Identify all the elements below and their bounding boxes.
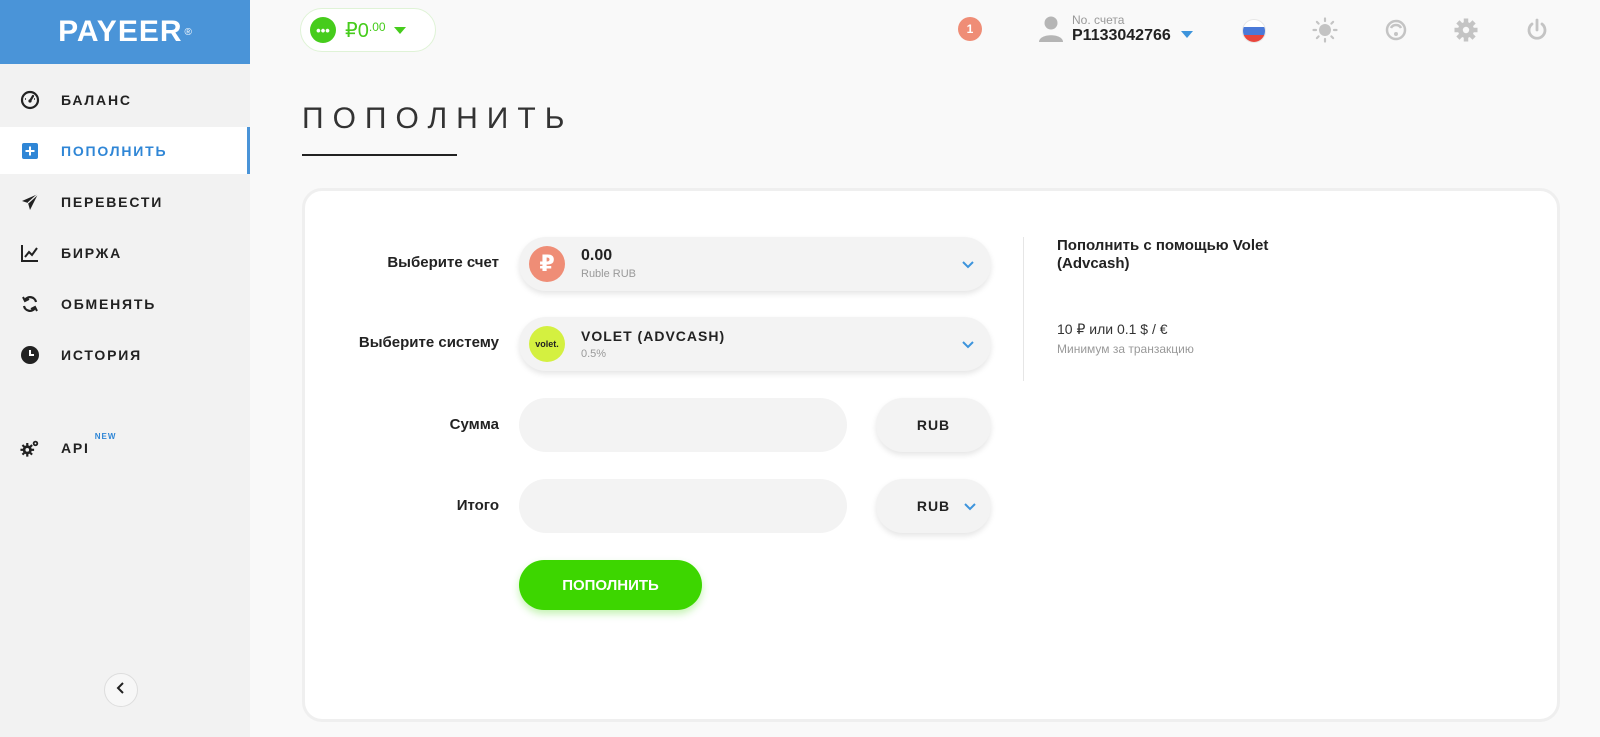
total-currency-code: RUB: [916, 498, 951, 514]
paper-plane-icon: [20, 192, 40, 212]
min-amount-value: 10 ₽ или 0.1 $ / €: [1057, 321, 1168, 337]
min-amount-label: Минимум за транзакцию: [1057, 342, 1194, 356]
trademark-mark: ®: [184, 26, 192, 38]
sun-icon[interactable]: [1312, 17, 1338, 43]
account-currency-name: Ruble RUB: [581, 268, 637, 280]
account-select-text: 0.00 Ruble RUB: [581, 246, 636, 282]
notifications-badge[interactable]: 1: [958, 17, 982, 41]
sidebar-item-label: ОБМЕНЯТЬ: [61, 295, 157, 312]
volet-logo-text: volet.: [535, 339, 559, 349]
collapse-sidebar-button[interactable]: [104, 673, 138, 707]
volet-logo-icon: volet.: [529, 326, 565, 362]
main-nav: БАЛАНС ПОПОЛНИТЬ ПЕРЕВЕСТИ БИРЖА ОБМЕНЯТ…: [0, 76, 250, 471]
ruble-symbol: ₽: [539, 251, 555, 276]
more-dots-icon: •••: [310, 17, 336, 43]
sidebar-item-label: БАЛАНС: [61, 91, 132, 108]
account-number: P1133042766: [1072, 27, 1171, 44]
chevron-down-icon: [963, 499, 977, 513]
gears-icon: [20, 438, 40, 458]
balance-amount: ₽0.00: [345, 18, 386, 43]
balance-decimals: .00: [368, 19, 386, 34]
sidebar-item-history[interactable]: ИСТОРИЯ: [0, 331, 250, 378]
info-title: Пополнить с помощью Volet (Advcash): [1057, 237, 1269, 272]
sidebar-item-transfer[interactable]: ПЕРЕВЕСТИ: [0, 178, 250, 225]
power-icon[interactable]: [1524, 17, 1550, 43]
system-fee: 0.5%: [581, 348, 607, 360]
sidebar-item-label: API: [61, 439, 90, 456]
account-label: No. счета: [1072, 13, 1125, 27]
amount-currency: RUB: [876, 398, 991, 452]
balance-currency-symbol: ₽: [345, 19, 358, 42]
support-icon[interactable]: [1383, 17, 1409, 43]
account-text: No. счета P1133042766: [1072, 13, 1171, 45]
speedometer-icon: [20, 90, 40, 110]
notification-count: 1: [966, 22, 974, 36]
system-select-label: Выберите систему: [358, 334, 499, 351]
balance-integer: 0: [357, 19, 369, 42]
amount-currency-code: RUB: [916, 417, 951, 433]
deposit-submit-button[interactable]: ПОПОЛНИТЬ: [519, 560, 702, 610]
info-divider: [1023, 237, 1024, 381]
chevron-down-icon: [961, 337, 975, 351]
sidebar-item-balance[interactable]: БАЛАНС: [0, 76, 250, 123]
sidebar-item-label: ИСТОРИЯ: [61, 346, 142, 363]
chevron-down-icon: [961, 257, 975, 271]
amount-input[interactable]: [519, 398, 847, 452]
ruble-coin-icon: ₽: [529, 246, 565, 282]
chart-icon: [20, 243, 40, 263]
sidebar-item-swap[interactable]: ОБМЕНЯТЬ: [0, 280, 250, 327]
sidebar-item-api[interactable]: API NEW: [0, 424, 250, 471]
sidebar-item-label: ПЕРЕВЕСТИ: [61, 193, 164, 210]
plus-square-icon: [20, 141, 40, 161]
account-select-label: Выберите счет: [387, 254, 499, 271]
payeer-logo[interactable]: PAYEER ®: [0, 0, 250, 64]
caret-down-icon: [393, 26, 406, 34]
exchange-icon: [20, 294, 40, 314]
account-balance-value: 0.00: [581, 247, 613, 264]
system-select-text: VOLET (ADVCASH) 0.5%: [581, 326, 725, 362]
system-name: VOLET (ADVCASH): [581, 328, 726, 344]
top-header: ••• ₽0.00 1 No. счета P1133042766: [250, 0, 1600, 64]
sidebar: PAYEER ® БАЛАНС ПОПОЛНИТЬ ПЕРЕВЕСТИ БИРЖА: [0, 0, 250, 737]
payment-system-select[interactable]: volet. VOLET (ADVCASH) 0.5%: [519, 317, 991, 371]
balance-dropdown[interactable]: ••• ₽0.00: [300, 8, 436, 52]
gear-icon[interactable]: [1453, 17, 1479, 43]
deposit-form-card: Выберите счет ₽ 0.00 Ruble RUB Выберите …: [302, 188, 1560, 722]
total-currency-select[interactable]: RUB: [876, 479, 991, 533]
title-underline: [302, 154, 457, 156]
sidebar-item-exchange-market[interactable]: БИРЖА: [0, 229, 250, 276]
sidebar-item-label: БИРЖА: [61, 244, 123, 261]
clock-icon: [20, 345, 40, 365]
logo-text: PAYEER: [58, 15, 183, 48]
sidebar-item-label: ПОПОЛНИТЬ: [61, 142, 168, 159]
total-input[interactable]: [519, 479, 847, 533]
new-badge: NEW: [94, 432, 117, 441]
caret-down-icon: [1180, 30, 1193, 38]
user-avatar-icon: [1038, 15, 1064, 43]
page-title: ПОПОЛНИТЬ: [302, 102, 574, 135]
amount-label: Сумма: [449, 416, 499, 433]
sidebar-item-deposit[interactable]: ПОПОЛНИТЬ: [0, 127, 250, 174]
total-label: Итого: [456, 497, 499, 514]
chevron-left-icon: [115, 681, 127, 700]
account-select[interactable]: ₽ 0.00 Ruble RUB: [519, 237, 991, 291]
account-dropdown[interactable]: No. счета P1133042766: [1038, 13, 1193, 45]
flag-ru-icon[interactable]: [1242, 19, 1266, 43]
